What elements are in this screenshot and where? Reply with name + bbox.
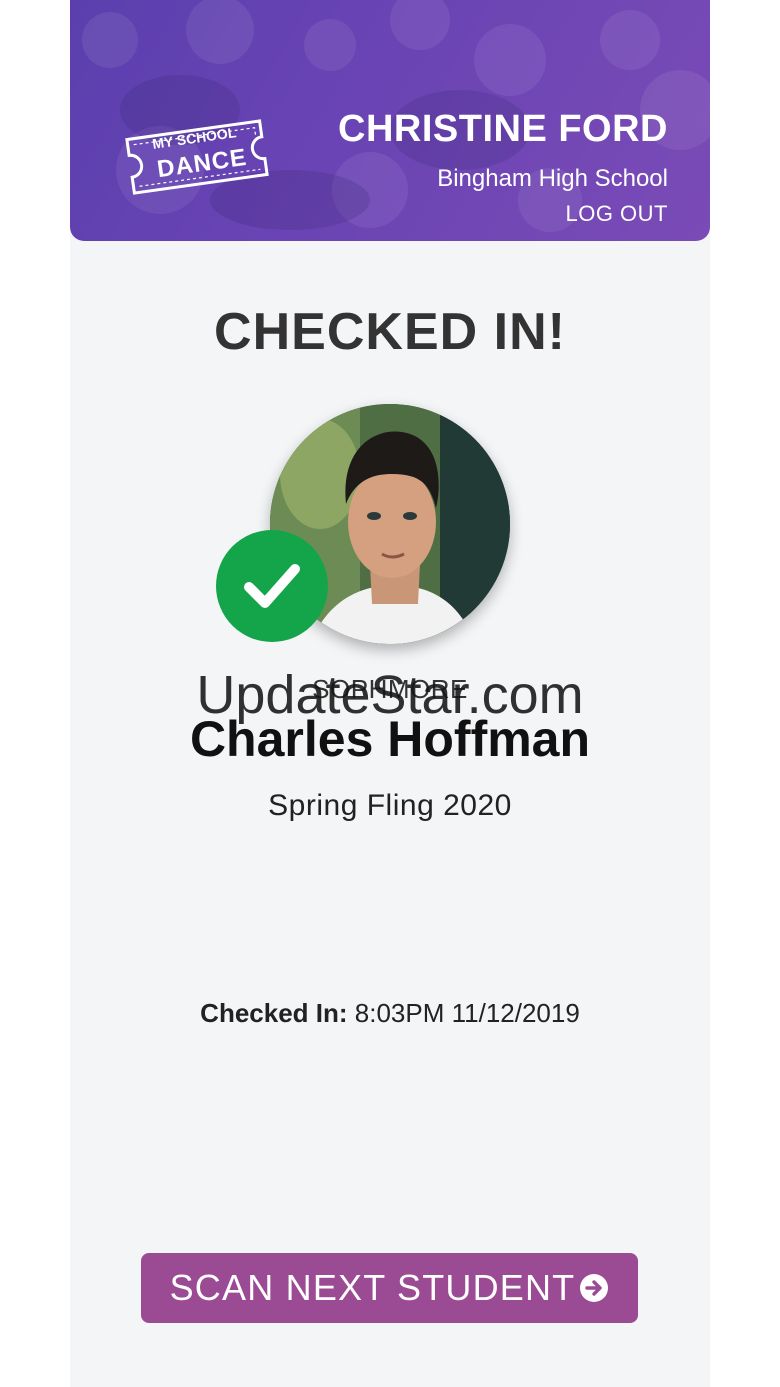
scan-next-student-button[interactable]: SCAN NEXT STUDENT (141, 1253, 638, 1323)
user-name: CHRISTINE FORD (338, 108, 668, 150)
checkin-time: 8:03PM 11/12/2019 (354, 998, 580, 1028)
checked-in-title: CHECKED IN! (214, 303, 566, 361)
check-icon (244, 564, 300, 608)
checkin-timestamp: Checked In: 8:03PM 11/12/2019 (70, 998, 710, 1029)
checkin-label: Checked In: (200, 998, 348, 1028)
header-banner: MY SCHOOL DANCE CHRISTINE FORD Bingham H… (70, 0, 710, 241)
checked-in-badge (216, 530, 328, 642)
app-screen: MY SCHOOL DANCE CHRISTINE FORD Bingham H… (70, 0, 710, 1387)
student-name: Charles Hoffman (189, 711, 591, 767)
scan-next-label: SCAN NEXT STUDENT (169, 1267, 576, 1308)
arrow-circle-right-icon (580, 1274, 609, 1302)
event-name: Spring Fling 2020 (268, 789, 512, 822)
logout-link[interactable]: LOG OUT (565, 201, 668, 227)
student-grade: SOPHMORE (312, 674, 468, 704)
school-name: Bingham High School (437, 165, 668, 192)
